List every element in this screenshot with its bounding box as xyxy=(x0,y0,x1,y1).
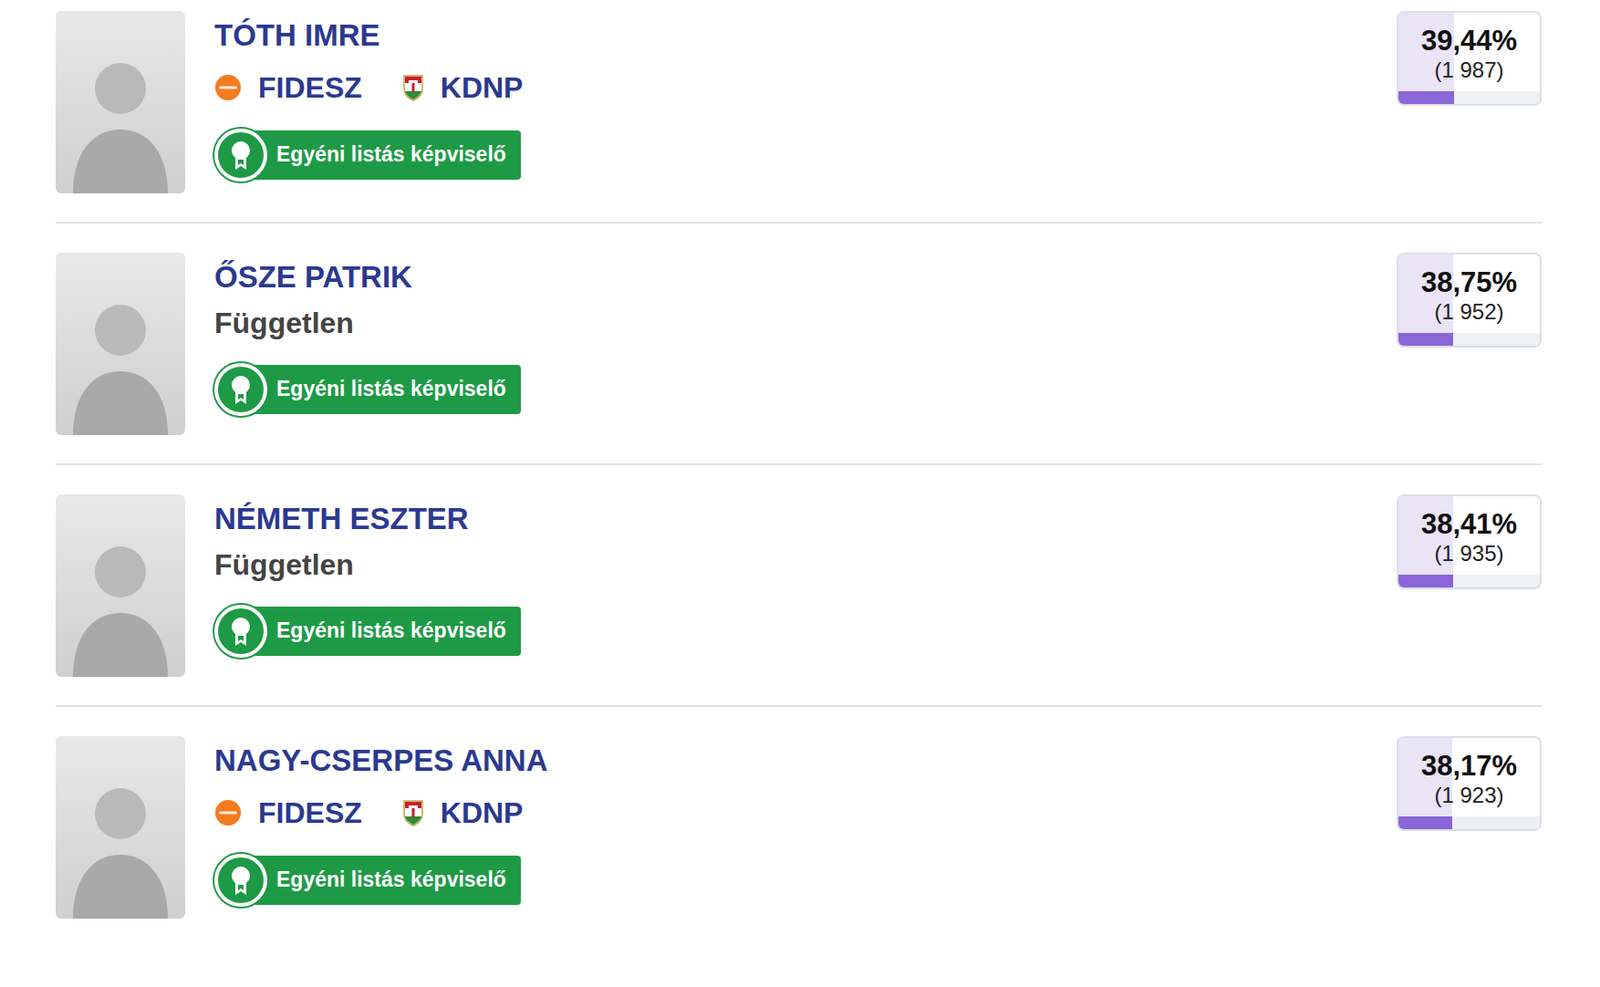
party-list: FIDESZ KDNP xyxy=(214,791,523,834)
result-box: 38,75%(1 952) xyxy=(1396,252,1542,348)
vote-bar xyxy=(1398,816,1540,830)
vote-bar xyxy=(1398,332,1540,346)
vote-bar-fill xyxy=(1398,332,1454,346)
vote-bar xyxy=(1398,91,1540,104)
badge-label: Egyéni listás képviselő xyxy=(254,606,521,656)
result-box: 38,17%(1 923) xyxy=(1396,736,1542,832)
candidate-photo xyxy=(55,10,186,194)
candidate-info: NAGY-CSERPES ANNA FIDESZ KDNP Egyéni listás… xyxy=(214,736,1368,907)
fidesz-logo-icon xyxy=(214,73,242,102)
person-silhouette-icon xyxy=(65,280,176,436)
badge-medal xyxy=(214,853,268,907)
candidate-list: TÓTH IMRE FIDESZ KDNP Egyéni listás képvise… xyxy=(0,0,1600,947)
vote-count: (1 987) xyxy=(1433,57,1504,84)
candidate-name[interactable]: NAGY-CSERPES ANNA xyxy=(214,741,549,780)
result-text: 38,41%(1 935) xyxy=(1398,496,1540,575)
vote-count: (1 952) xyxy=(1433,299,1504,326)
candidate-row: NÉMETH ESZTER Független Egyéni listás képv… xyxy=(55,465,1542,707)
candidate-info: ŐSZE PATRIK Független Egyéni listás képvis… xyxy=(214,252,1368,416)
medal-icon xyxy=(228,139,254,171)
party: KDNP xyxy=(402,71,524,105)
vote-percent: 38,41% xyxy=(1421,507,1517,541)
vote-bar-fill xyxy=(1398,816,1453,830)
badge-label: Egyéni listás képviselő xyxy=(254,130,521,180)
vote-percent: 38,17% xyxy=(1421,748,1517,783)
candidate-name[interactable]: TÓTH IMRE xyxy=(214,16,380,54)
independent-label: Független xyxy=(214,304,354,343)
person-silhouette-icon xyxy=(65,521,176,677)
party: FIDESZ xyxy=(214,71,363,105)
elected-badge: Egyéni listás képviselő xyxy=(214,853,521,907)
result-box: 39,44%(1 987) xyxy=(1396,10,1542,106)
kdnp-logo-icon xyxy=(402,73,425,102)
vote-bar-fill xyxy=(1398,574,1454,588)
party: KDNP xyxy=(402,796,524,831)
party-name: FIDESZ xyxy=(258,796,363,831)
badge-label: Egyéni listás képviselő xyxy=(254,855,521,905)
vote-count: (1 923) xyxy=(1433,782,1504,810)
party-name: FIDESZ xyxy=(258,71,363,105)
independent-label: Független xyxy=(214,546,354,585)
candidate-row: TÓTH IMRE FIDESZ KDNP Egyéni listás képvise… xyxy=(55,0,1542,224)
candidate-info: TÓTH IMRE FIDESZ KDNP Egyéni listás képvise… xyxy=(214,10,1368,182)
fidesz-logo-icon xyxy=(214,799,242,827)
result-box: 38,41%(1 935) xyxy=(1396,494,1542,590)
person-silhouette-icon xyxy=(65,38,176,194)
medal-icon xyxy=(228,374,254,406)
result-text: 38,17%(1 923) xyxy=(1398,737,1540,817)
party-name: KDNP xyxy=(440,796,524,831)
medal-icon xyxy=(228,615,254,647)
candidate-row: NAGY-CSERPES ANNA FIDESZ KDNP Egyéni listás… xyxy=(55,706,1542,947)
elected-badge: Egyéni listás képviselő xyxy=(214,363,521,416)
result-text: 39,44%(1 987) xyxy=(1398,12,1540,92)
candidate-photo xyxy=(55,252,186,436)
vote-percent: 38,75% xyxy=(1421,265,1517,300)
candidate-photo xyxy=(55,494,186,677)
party: FIDESZ xyxy=(214,796,363,831)
badge-medal xyxy=(214,363,268,416)
candidate-name[interactable]: NÉMETH ESZTER xyxy=(214,499,469,538)
vote-count: (1 935) xyxy=(1433,540,1504,568)
candidate-row: ŐSZE PATRIK Független Egyéni listás képvis… xyxy=(55,223,1542,466)
badge-medal xyxy=(214,604,268,658)
medal-icon xyxy=(228,864,254,896)
vote-bar-fill xyxy=(1398,91,1455,104)
party-name: KDNP xyxy=(440,71,524,105)
result-text: 38,75%(1 952) xyxy=(1398,254,1540,333)
candidate-name[interactable]: ŐSZE PATRIK xyxy=(214,258,413,296)
party-list: FIDESZ KDNP xyxy=(214,66,523,109)
elected-badge: Egyéni listás képviselő xyxy=(214,604,521,658)
elected-badge: Egyéni listás képviselő xyxy=(214,128,521,182)
kdnp-logo-icon xyxy=(402,799,425,827)
badge-label: Egyéni listás képviselő xyxy=(254,364,521,415)
candidate-photo xyxy=(55,736,186,919)
candidate-info: NÉMETH ESZTER Független Egyéni listás képv… xyxy=(214,494,1368,658)
person-silhouette-icon xyxy=(65,763,176,919)
vote-percent: 39,44% xyxy=(1421,23,1517,58)
badge-medal xyxy=(214,128,268,182)
vote-bar xyxy=(1398,574,1540,588)
